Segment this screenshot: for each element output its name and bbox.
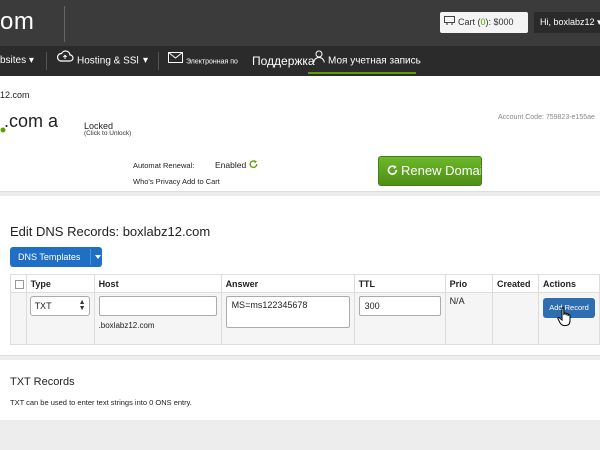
- column-header-answer: Answer: [220, 274, 355, 293]
- column-header-host: Host: [93, 274, 222, 293]
- renew-domain-button[interactable]: Renew Domain: [378, 156, 482, 186]
- auto-renewal-value[interactable]: Enabled: [215, 160, 258, 171]
- cart-label: Cart (: [458, 17, 481, 27]
- column-header-ttl: TTL: [353, 274, 446, 293]
- nav-account-label: Моя учетная запись: [328, 55, 421, 67]
- row-select-cell: [10, 292, 27, 345]
- chevron-down-icon[interactable]: ▾: [143, 46, 148, 76]
- column-header-actions: Actions: [538, 274, 600, 293]
- domain-name: .com a: [4, 111, 59, 131]
- user-menu[interactable]: Hi, boxlabz12 ▾: [534, 12, 600, 33]
- select-all-header: [10, 274, 27, 293]
- column-header-created: Created: [492, 274, 539, 293]
- table-row: TXT ▲ ▼ .boxlabz12.com MS=ms122345678 300…: [10, 292, 600, 345]
- prio-cell: N/A: [444, 292, 494, 345]
- host-cell: .boxlabz12.com: [93, 292, 222, 345]
- record-type-select[interactable]: TXT ▲ ▼: [29, 296, 90, 316]
- cart-button[interactable]: Cart (0): $000: [440, 12, 528, 33]
- ttl-input[interactable]: 300: [358, 296, 441, 316]
- refresh-icon: [249, 160, 258, 171]
- main-nav: bsites ▾ Hosting & SSl ▾ Электронная по …: [0, 46, 600, 76]
- nav-active-indicator: [308, 72, 416, 74]
- cart-close: ):: [485, 17, 492, 27]
- host-suffix: .boxlabz12.com: [98, 321, 155, 330]
- chevron-down-icon[interactable]: [95, 255, 101, 259]
- refresh-icon: [387, 158, 398, 185]
- renew-domain-label: Renew Domain: [401, 163, 482, 178]
- auto-renewal-label: Automat Renewal:: [133, 161, 195, 170]
- nav-email[interactable]: Электронная по: [168, 46, 238, 76]
- txt-records-title: TXT Records: [10, 376, 75, 388]
- select-all-checkbox[interactable]: [15, 279, 24, 289]
- txt-records-panel: TXT Records TXT can be used to enter tex…: [0, 360, 600, 420]
- nav-hosting-label: Hosting & SSl: [77, 55, 139, 67]
- dns-records-panel: Edit DNS Records: boxlabz12.com DNS Temp…: [0, 196, 600, 356]
- unlock-link[interactable]: (Click to Unlock): [84, 130, 131, 137]
- privacy-add-link[interactable]: Who's Privacy Add to Cart: [133, 177, 220, 186]
- answer-textarea[interactable]: MS=ms122345678: [225, 296, 350, 328]
- nav-support[interactable]: Поддержка: [252, 46, 315, 76]
- account-code: Account Code: 759823-e155ae: [498, 114, 595, 121]
- envelope-icon: [168, 46, 183, 76]
- auto-renewal-status: Enabled: [215, 160, 247, 170]
- dns-templates-button[interactable]: DNS Templates: [10, 247, 102, 267]
- answer-cell: MS=ms122345678: [220, 292, 355, 345]
- ttl-cell: 300: [353, 292, 446, 345]
- column-header-prio: Prio: [444, 274, 494, 293]
- nav-email-label: Электронная по: [186, 58, 238, 66]
- dns-templates-label: DNS Templates: [18, 252, 81, 262]
- nav-hosting[interactable]: Hosting & SSl: [56, 46, 139, 76]
- cloud-icon: [56, 46, 74, 76]
- header-divider: [64, 6, 65, 42]
- site-logo[interactable]: om: [0, 8, 34, 36]
- cart-icon: [444, 12, 455, 33]
- nav-websites[interactable]: bsites ▾: [0, 46, 34, 76]
- domain-summary-panel: 12.com .com a Locked (Click to Unlock) A…: [0, 76, 600, 192]
- dns-page-title: Edit DNS Records: boxlabz12.com: [10, 224, 211, 239]
- breadcrumb[interactable]: 12.com: [0, 90, 30, 100]
- select-arrows-icon: ▲ ▼: [78, 299, 86, 312]
- dns-records-table: Type Host Answer TTL Prio Created Action…: [10, 274, 600, 345]
- button-divider: [90, 249, 91, 265]
- top-header: om Cart (0): $000 Hi, boxlabz12 ▾: [0, 0, 600, 46]
- record-type-value: TXT: [34, 301, 52, 311]
- txt-records-description: TXT can be used to enter text strings in…: [10, 398, 192, 407]
- nav-separator: [158, 52, 159, 70]
- nav-separator: [46, 52, 47, 70]
- host-input[interactable]: [98, 296, 217, 316]
- cart-amount: $000: [493, 17, 514, 27]
- hand-cursor-icon: [557, 307, 573, 332]
- created-cell: [492, 292, 539, 345]
- type-cell: TXT ▲ ▼: [25, 292, 95, 345]
- column-header-type: Type: [25, 274, 95, 293]
- table-header-row: Type Host Answer TTL Prio Created Action…: [10, 274, 600, 293]
